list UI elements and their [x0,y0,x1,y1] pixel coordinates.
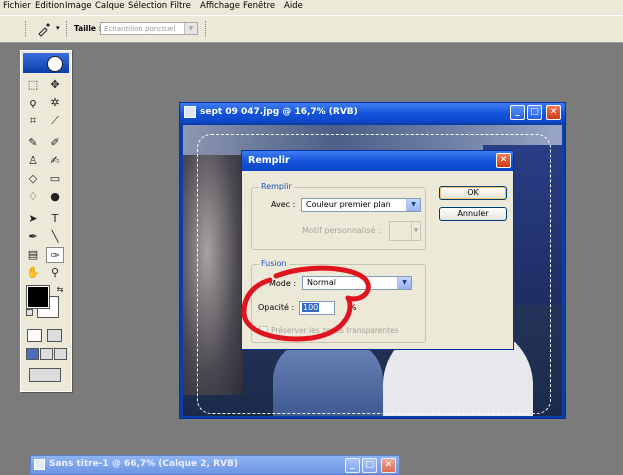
fill-group-legend: Remplir [259,182,294,191]
chevron-down-icon: ▼ [406,199,420,211]
menu-edition[interactable]: Edition [35,1,64,11]
menu-calque[interactable]: Calque [95,1,125,11]
opacity-unit: % [349,303,357,312]
minimize-button[interactable]: _ [510,105,525,120]
mode-label: Mode : [269,279,297,288]
toolbox: ⬚ ✥ ϙ ✲ ⌗ ⟋ ✎ ✐ ♙ ✍ ◇ ▭ ♢ ● ➤ T ✒ ╲ ▤ ✑ … [20,50,72,392]
full-screen-icon[interactable] [54,348,67,360]
tool-preset-arrow-icon[interactable]: ▾ [56,24,60,32]
gradient-tool-icon[interactable]: ▭ [46,171,64,187]
slice-tool-icon[interactable]: ⟋ [46,113,64,129]
second-document-title: Sans titre-1 @ 66,7% (Calque 2, RVB) [49,459,238,469]
chevron-down-icon: ▼ [397,277,411,289]
menu-selection[interactable]: Sélection [128,1,167,11]
use-select-value: Couleur premier plan [306,200,391,209]
toolbox-header[interactable] [23,53,69,73]
foreground-color-swatch[interactable] [26,285,50,309]
opacity-label: Opacité : [258,303,295,312]
ok-button[interactable]: OK [439,186,507,200]
options-divider-end [205,21,208,37]
options-bar: ▾ Taille : Echantillon ponctuel ▼ [0,15,623,43]
blur-tool-icon[interactable]: ♢ [24,189,42,205]
blend-group: Fusion Mode : Normal ▼ Opacité : % Prése… [251,259,426,343]
dialog-title: Remplir [248,155,290,166]
healing-brush-tool-icon[interactable]: ✎ [24,135,42,151]
use-label: Avec : [271,200,296,209]
sample-size-label: Taille : [74,24,102,33]
document-icon [34,459,45,470]
line-tool-icon[interactable]: ╲ [46,229,64,245]
mode-select[interactable]: Normal ▼ [302,276,412,290]
opacity-input[interactable]: 100 [299,301,335,315]
eyedropper-tool-icon[interactable]: ✑ [46,247,64,263]
full-screen-menu-icon[interactable] [40,348,53,360]
menu-fenetre[interactable]: Fenêtre [243,1,275,11]
close-button[interactable]: ✕ [546,105,561,120]
fill-group: Remplir Avec : Couleur premier plan ▼ Mo… [251,182,426,250]
dialog-title-bar[interactable]: Remplir ✕ [242,151,513,171]
dialog-close-button[interactable]: ✕ [496,153,511,168]
eyedropper-icon[interactable] [36,21,52,37]
chevron-down-icon: ▼ [184,23,197,34]
blend-group-legend: Fusion [259,259,289,268]
zoom-tool-icon[interactable]: ⚲ [46,265,64,281]
options-grip[interactable] [25,21,28,37]
document-title-bar[interactable]: sept 09 047.jpg @ 16,7% (RVB) _ □ ✕ [180,103,565,123]
type-tool-icon[interactable]: T [46,211,64,227]
menu-bar: Fichier Edition Image Calque Sélection F… [0,0,623,15]
path-selection-tool-icon[interactable]: ➤ [24,211,42,227]
standard-screen-icon[interactable] [26,348,39,360]
eraser-tool-icon[interactable]: ◇ [24,171,42,187]
eye-logo-icon [47,56,63,72]
move-tool-icon[interactable]: ✥ [46,77,64,93]
magic-wand-tool-icon[interactable]: ✲ [46,95,64,111]
clone-stamp-tool-icon[interactable]: ♙ [24,153,42,169]
menu-fichier[interactable]: Fichier [3,1,31,11]
chevron-down-icon: ▼ [411,222,420,240]
custom-pattern-label: Motif personnalisé : [302,226,381,235]
preserve-transparency-label: Préserver les zones transparentes [271,326,399,335]
sample-size-select[interactable]: Echantillon ponctuel ▼ [100,22,198,35]
maximize-button[interactable]: □ [527,105,542,120]
hand-tool-icon[interactable]: ✋ [24,265,42,281]
menu-aide[interactable]: Aide [284,1,303,11]
opacity-value: 100 [302,303,320,312]
custom-pattern-picker[interactable]: ▼ [389,221,421,241]
crop-tool-icon[interactable]: ⌗ [24,113,42,129]
default-colors-icon[interactable] [26,309,33,316]
cancel-button[interactable]: Annuler [439,207,507,221]
mode-select-value: Normal [307,278,336,287]
dodge-tool-icon[interactable]: ● [46,189,64,205]
standard-mode-icon[interactable] [27,329,42,342]
menu-affichage[interactable]: Affichage [200,1,240,11]
brush-tool-icon[interactable]: ✐ [46,135,64,151]
menu-filtre[interactable]: Filtre [170,1,191,11]
pen-tool-icon[interactable]: ✒ [24,229,42,245]
history-brush-tool-icon[interactable]: ✍ [46,153,64,169]
jump-to-imageready-icon[interactable] [29,368,61,382]
notes-tool-icon[interactable]: ▤ [24,247,42,263]
menu-image[interactable]: Image [65,1,92,11]
second-document-window[interactable]: Sans titre-1 @ 66,7% (Calque 2, RVB) _ □… [30,455,400,475]
marquee-tool-icon[interactable]: ⬚ [24,77,42,93]
quick-mask-icon[interactable] [47,329,62,342]
document-icon [184,106,196,118]
document-title: sept 09 047.jpg @ 16,7% (RVB) [200,107,358,117]
options-divider [66,21,69,37]
preserve-transparency-checkbox[interactable] [259,326,268,335]
sample-size-value: Echantillon ponctuel [104,25,176,33]
fill-dialog: Remplir ✕ Remplir Avec : Couleur premier… [241,150,514,350]
lasso-tool-icon[interactable]: ϙ [24,95,42,111]
use-select[interactable]: Couleur premier plan ▼ [301,198,421,212]
